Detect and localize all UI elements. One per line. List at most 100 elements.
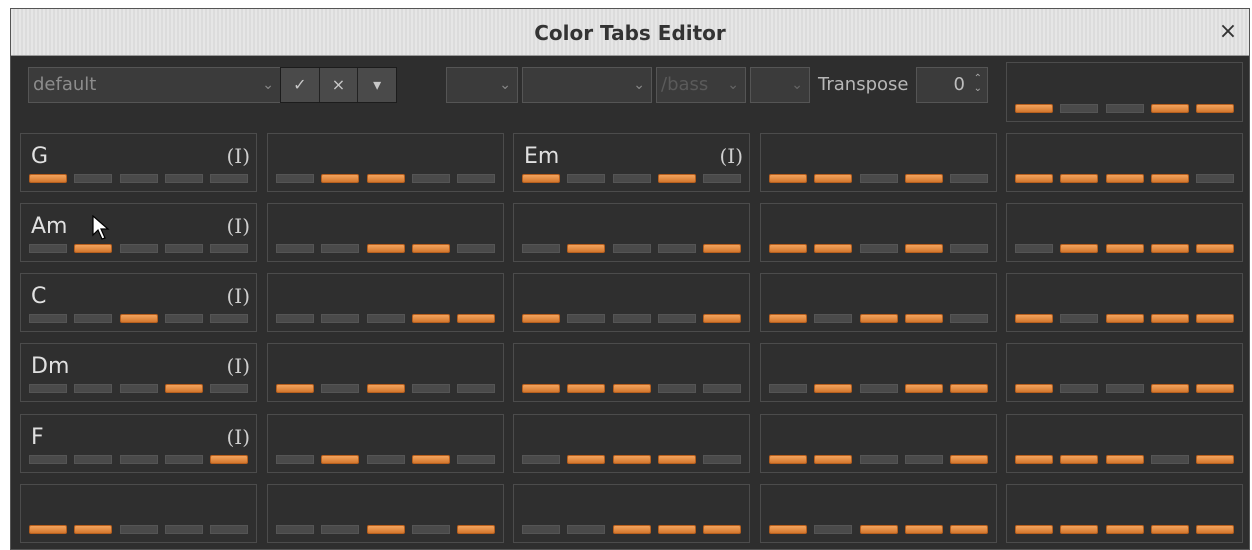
string-segment[interactable] xyxy=(1060,455,1099,464)
string-segment[interactable] xyxy=(904,174,943,183)
chord-cell[interactable] xyxy=(20,484,257,543)
string-segment[interactable] xyxy=(1150,314,1189,323)
string-segment[interactable] xyxy=(210,384,248,393)
chord-cell[interactable] xyxy=(267,484,504,543)
string-segment[interactable] xyxy=(657,314,696,323)
string-segment[interactable] xyxy=(522,174,560,183)
string-segment[interactable] xyxy=(904,244,943,253)
chord-cell[interactable] xyxy=(760,343,997,402)
string-segment[interactable] xyxy=(859,455,898,464)
chord-cell[interactable]: F (I) xyxy=(20,414,257,473)
string-segment[interactable] xyxy=(1060,525,1099,534)
string-segment[interactable] xyxy=(1060,314,1099,323)
string-segment[interactable] xyxy=(276,525,314,534)
string-segment[interactable] xyxy=(1105,455,1144,464)
string-segment[interactable] xyxy=(210,525,248,534)
string-segment[interactable] xyxy=(210,314,248,323)
string-segment[interactable] xyxy=(814,244,853,253)
string-segment[interactable] xyxy=(612,244,651,253)
string-segment[interactable] xyxy=(703,174,741,183)
chord-cell[interactable] xyxy=(760,203,997,262)
chord-cell[interactable] xyxy=(267,343,504,402)
string-segment[interactable] xyxy=(612,525,651,534)
string-segment[interactable] xyxy=(366,384,405,393)
string-segment[interactable] xyxy=(814,314,853,323)
chord-cell[interactable] xyxy=(267,133,504,192)
menu-button[interactable]: ▾ xyxy=(358,68,397,102)
transpose-spinbox[interactable]: 0 ⌃ ⌄ xyxy=(916,67,988,103)
chord-cell[interactable] xyxy=(1006,343,1243,402)
chord-cell[interactable] xyxy=(760,484,997,543)
string-segment[interactable] xyxy=(1196,384,1234,393)
string-segment[interactable] xyxy=(950,314,988,323)
string-segment[interactable] xyxy=(950,244,988,253)
string-segment[interactable] xyxy=(904,314,943,323)
string-segment[interactable] xyxy=(1060,104,1099,113)
string-segment[interactable] xyxy=(1015,525,1053,534)
string-segment[interactable] xyxy=(276,384,314,393)
string-segment[interactable] xyxy=(612,384,651,393)
string-segment[interactable] xyxy=(457,384,495,393)
string-segment[interactable] xyxy=(1150,384,1189,393)
chord-cell[interactable] xyxy=(267,414,504,473)
string-segment[interactable] xyxy=(703,455,741,464)
string-segment[interactable] xyxy=(1196,104,1234,113)
string-segment[interactable] xyxy=(1015,384,1053,393)
string-segment[interactable] xyxy=(411,174,450,183)
string-segment[interactable] xyxy=(769,455,807,464)
chord-cell[interactable] xyxy=(513,343,750,402)
string-segment[interactable] xyxy=(29,314,67,323)
string-segment[interactable] xyxy=(1196,244,1234,253)
string-segment[interactable] xyxy=(366,174,405,183)
string-segment[interactable] xyxy=(522,525,560,534)
string-segment[interactable] xyxy=(859,384,898,393)
string-segment[interactable] xyxy=(164,455,203,464)
string-segment[interactable] xyxy=(859,525,898,534)
string-segment[interactable] xyxy=(164,525,203,534)
string-segment[interactable] xyxy=(74,384,113,393)
string-segment[interactable] xyxy=(164,174,203,183)
string-segment[interactable] xyxy=(657,455,696,464)
string-segment[interactable] xyxy=(366,314,405,323)
string-segment[interactable] xyxy=(612,314,651,323)
string-segment[interactable] xyxy=(164,244,203,253)
string-segment[interactable] xyxy=(276,314,314,323)
chord-cell[interactable] xyxy=(1006,133,1243,192)
preview-cell[interactable] xyxy=(1006,62,1243,122)
string-segment[interactable] xyxy=(612,174,651,183)
string-segment[interactable] xyxy=(567,314,606,323)
string-segment[interactable] xyxy=(769,525,807,534)
chord-cell[interactable] xyxy=(760,273,997,332)
string-segment[interactable] xyxy=(366,525,405,534)
string-segment[interactable] xyxy=(1196,525,1234,534)
string-segment[interactable] xyxy=(276,174,314,183)
string-segment[interactable] xyxy=(522,455,560,464)
string-segment[interactable] xyxy=(29,525,67,534)
close-button[interactable]: × xyxy=(1215,19,1241,45)
string-segment[interactable] xyxy=(411,384,450,393)
string-segment[interactable] xyxy=(411,314,450,323)
string-segment[interactable] xyxy=(1015,455,1053,464)
string-segment[interactable] xyxy=(210,455,248,464)
string-segment[interactable] xyxy=(411,455,450,464)
string-segment[interactable] xyxy=(119,384,158,393)
string-segment[interactable] xyxy=(1196,174,1234,183)
string-segment[interactable] xyxy=(703,525,741,534)
string-segment[interactable] xyxy=(859,244,898,253)
string-segment[interactable] xyxy=(1060,174,1099,183)
chord-type-select[interactable]: ⌄ xyxy=(522,67,652,103)
string-segment[interactable] xyxy=(366,455,405,464)
string-segment[interactable] xyxy=(1015,244,1053,253)
string-segment[interactable] xyxy=(1150,455,1189,464)
string-segment[interactable] xyxy=(74,244,113,253)
chord-cell[interactable] xyxy=(760,133,997,192)
string-segment[interactable] xyxy=(567,174,606,183)
string-segment[interactable] xyxy=(1105,174,1144,183)
string-segment[interactable] xyxy=(1060,384,1099,393)
chord-cell[interactable]: Am (I) xyxy=(20,203,257,262)
string-segment[interactable] xyxy=(657,244,696,253)
string-segment[interactable] xyxy=(1015,314,1053,323)
chord-cell[interactable] xyxy=(267,273,504,332)
string-segment[interactable] xyxy=(29,244,67,253)
title-bar[interactable]: Color Tabs Editor × xyxy=(11,9,1249,56)
